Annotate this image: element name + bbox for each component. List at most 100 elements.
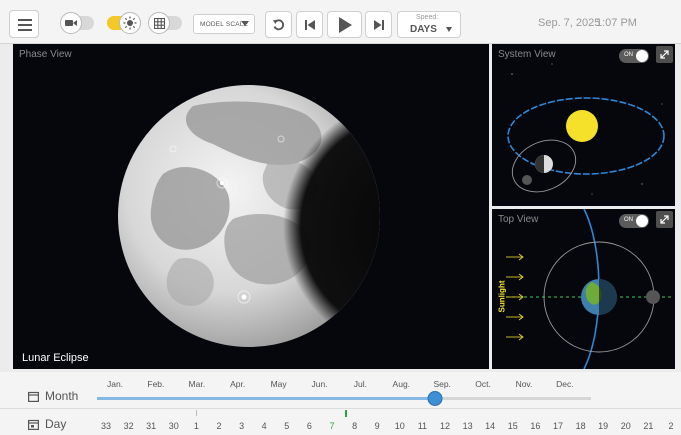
eclipse-caption: Lunar Eclipse (22, 352, 89, 364)
system-view-panel[interactable]: System View ON (492, 44, 675, 206)
earth-night-side (599, 279, 617, 315)
caret-down-icon (446, 27, 452, 32)
day-item[interactable]: 2 (668, 421, 673, 431)
day-item[interactable]: 20 (621, 421, 631, 431)
day-item[interactable]: 9 (375, 421, 380, 431)
month-item[interactable]: Jan. (107, 379, 123, 389)
month-item[interactable]: Apr. (230, 379, 245, 389)
month-item[interactable]: Mar. (189, 379, 206, 389)
video-camera-icon (60, 12, 82, 34)
current-day-marker (345, 410, 347, 417)
month-label: Month (45, 389, 79, 403)
current-date: Sep. 7, 2025 (538, 17, 601, 29)
camera-toggle[interactable] (60, 12, 94, 34)
play-icon (338, 16, 352, 33)
lighting-toggle[interactable] (107, 12, 141, 34)
reset-icon (272, 19, 285, 31)
month-boundary-marker (196, 410, 197, 416)
caret-down-icon (241, 21, 249, 26)
system-canvas (507, 63, 665, 195)
moon-marker (522, 175, 532, 185)
month-item[interactable]: Sep. (433, 379, 451, 389)
month-item[interactable]: Oct. (475, 379, 491, 389)
speed-select[interactable]: Speed: DAYS (397, 11, 461, 38)
month-item[interactable]: Feb. (147, 379, 164, 389)
toggle-knob (636, 215, 648, 227)
top-view-title: Top View (498, 214, 539, 225)
month-item[interactable]: May (271, 379, 287, 389)
grid-toggle[interactable] (148, 12, 182, 34)
hamburger-line (18, 24, 32, 26)
month-item[interactable]: Aug. (393, 379, 411, 389)
moon-phase-canvas (118, 85, 380, 347)
system-view-toggle[interactable]: ON (619, 49, 649, 63)
expand-button[interactable] (656, 46, 673, 63)
day-item[interactable]: 15 (508, 421, 518, 431)
sunlight-arrows (506, 253, 524, 341)
reset-button[interactable] (265, 11, 292, 38)
day-item[interactable]: 13 (463, 421, 473, 431)
day-item[interactable]: 31 (146, 421, 156, 431)
month-item[interactable]: Jun. (311, 379, 327, 389)
expand-icon (660, 50, 669, 59)
earth-night-side (535, 155, 544, 173)
play-button[interactable] (327, 11, 362, 38)
day-item[interactable]: 6 (307, 421, 312, 431)
day-item[interactable]: 14 (485, 421, 495, 431)
expand-button[interactable] (656, 211, 673, 228)
day-row-label: Day (28, 417, 66, 431)
speed-label: Speed: (416, 14, 439, 21)
day-item[interactable]: 8 (352, 421, 357, 431)
step-back-button[interactable] (296, 11, 323, 38)
hamburger-line (18, 29, 32, 31)
current-time: 1:07 PM (596, 17, 637, 29)
expand-icon (660, 215, 669, 224)
grid-icon (148, 12, 170, 34)
phase-view-title: Phase View (19, 49, 72, 60)
day-item[interactable]: 32 (124, 421, 134, 431)
day-label: Day (45, 417, 67, 431)
month-item[interactable]: Dec. (556, 379, 573, 389)
crater (241, 294, 247, 300)
month-item[interactable]: Jul. (354, 379, 367, 389)
day-item[interactable]: 16 (530, 421, 540, 431)
day-item[interactable]: 10 (395, 421, 405, 431)
day-item[interactable]: 1 (194, 421, 199, 431)
month-item[interactable]: Nov. (516, 379, 533, 389)
day-item[interactable]: 5 (284, 421, 289, 431)
calendar-month-icon (28, 391, 39, 402)
month-row-label: Month (28, 389, 78, 403)
month-slider-thumb[interactable] (427, 391, 443, 406)
month-slider-fill (97, 397, 436, 400)
day-item[interactable]: 30 (169, 421, 179, 431)
toggle-knob (636, 50, 648, 62)
timeline: Month Jan. Feb. Mar. Apr. May Jun. Jul. Aug. Sep… (0, 372, 681, 435)
top-view-canvas (506, 209, 672, 369)
day-item[interactable]: 3 (239, 421, 244, 431)
skip-forward-icon (373, 19, 384, 30)
scale-select[interactable]: MODEL SCALE (193, 14, 255, 34)
day-item[interactable]: 19 (598, 421, 608, 431)
speed-value: DAYS (410, 24, 437, 35)
phase-view-panel[interactable]: Phase View Lunar Eclipse (13, 44, 489, 369)
day-item[interactable]: 11 (418, 421, 427, 431)
step-forward-button[interactable] (365, 11, 392, 38)
day-item[interactable]: 18 (576, 421, 586, 431)
tycho-crater (220, 181, 224, 185)
sun-brightness-icon (119, 12, 141, 34)
month-slider[interactable] (97, 391, 591, 406)
skip-back-icon (304, 19, 315, 30)
menu-button[interactable] (9, 10, 39, 38)
day-item[interactable]: 2 (216, 421, 221, 431)
toggle-label: ON (624, 217, 633, 223)
top-view-toggle[interactable]: ON (619, 214, 649, 228)
day-item[interactable]: 4 (262, 421, 267, 431)
day-item[interactable]: 33 (101, 421, 111, 431)
toggle-label: ON (624, 52, 633, 58)
top-view-panel[interactable]: Top View Sunlight ON (492, 209, 675, 369)
day-item[interactable]: 17 (553, 421, 563, 431)
day-item[interactable]: 7 (329, 421, 334, 431)
day-item[interactable]: 21 (643, 421, 653, 431)
day-item[interactable]: 12 (440, 421, 450, 431)
hamburger-icon (18, 19, 32, 21)
